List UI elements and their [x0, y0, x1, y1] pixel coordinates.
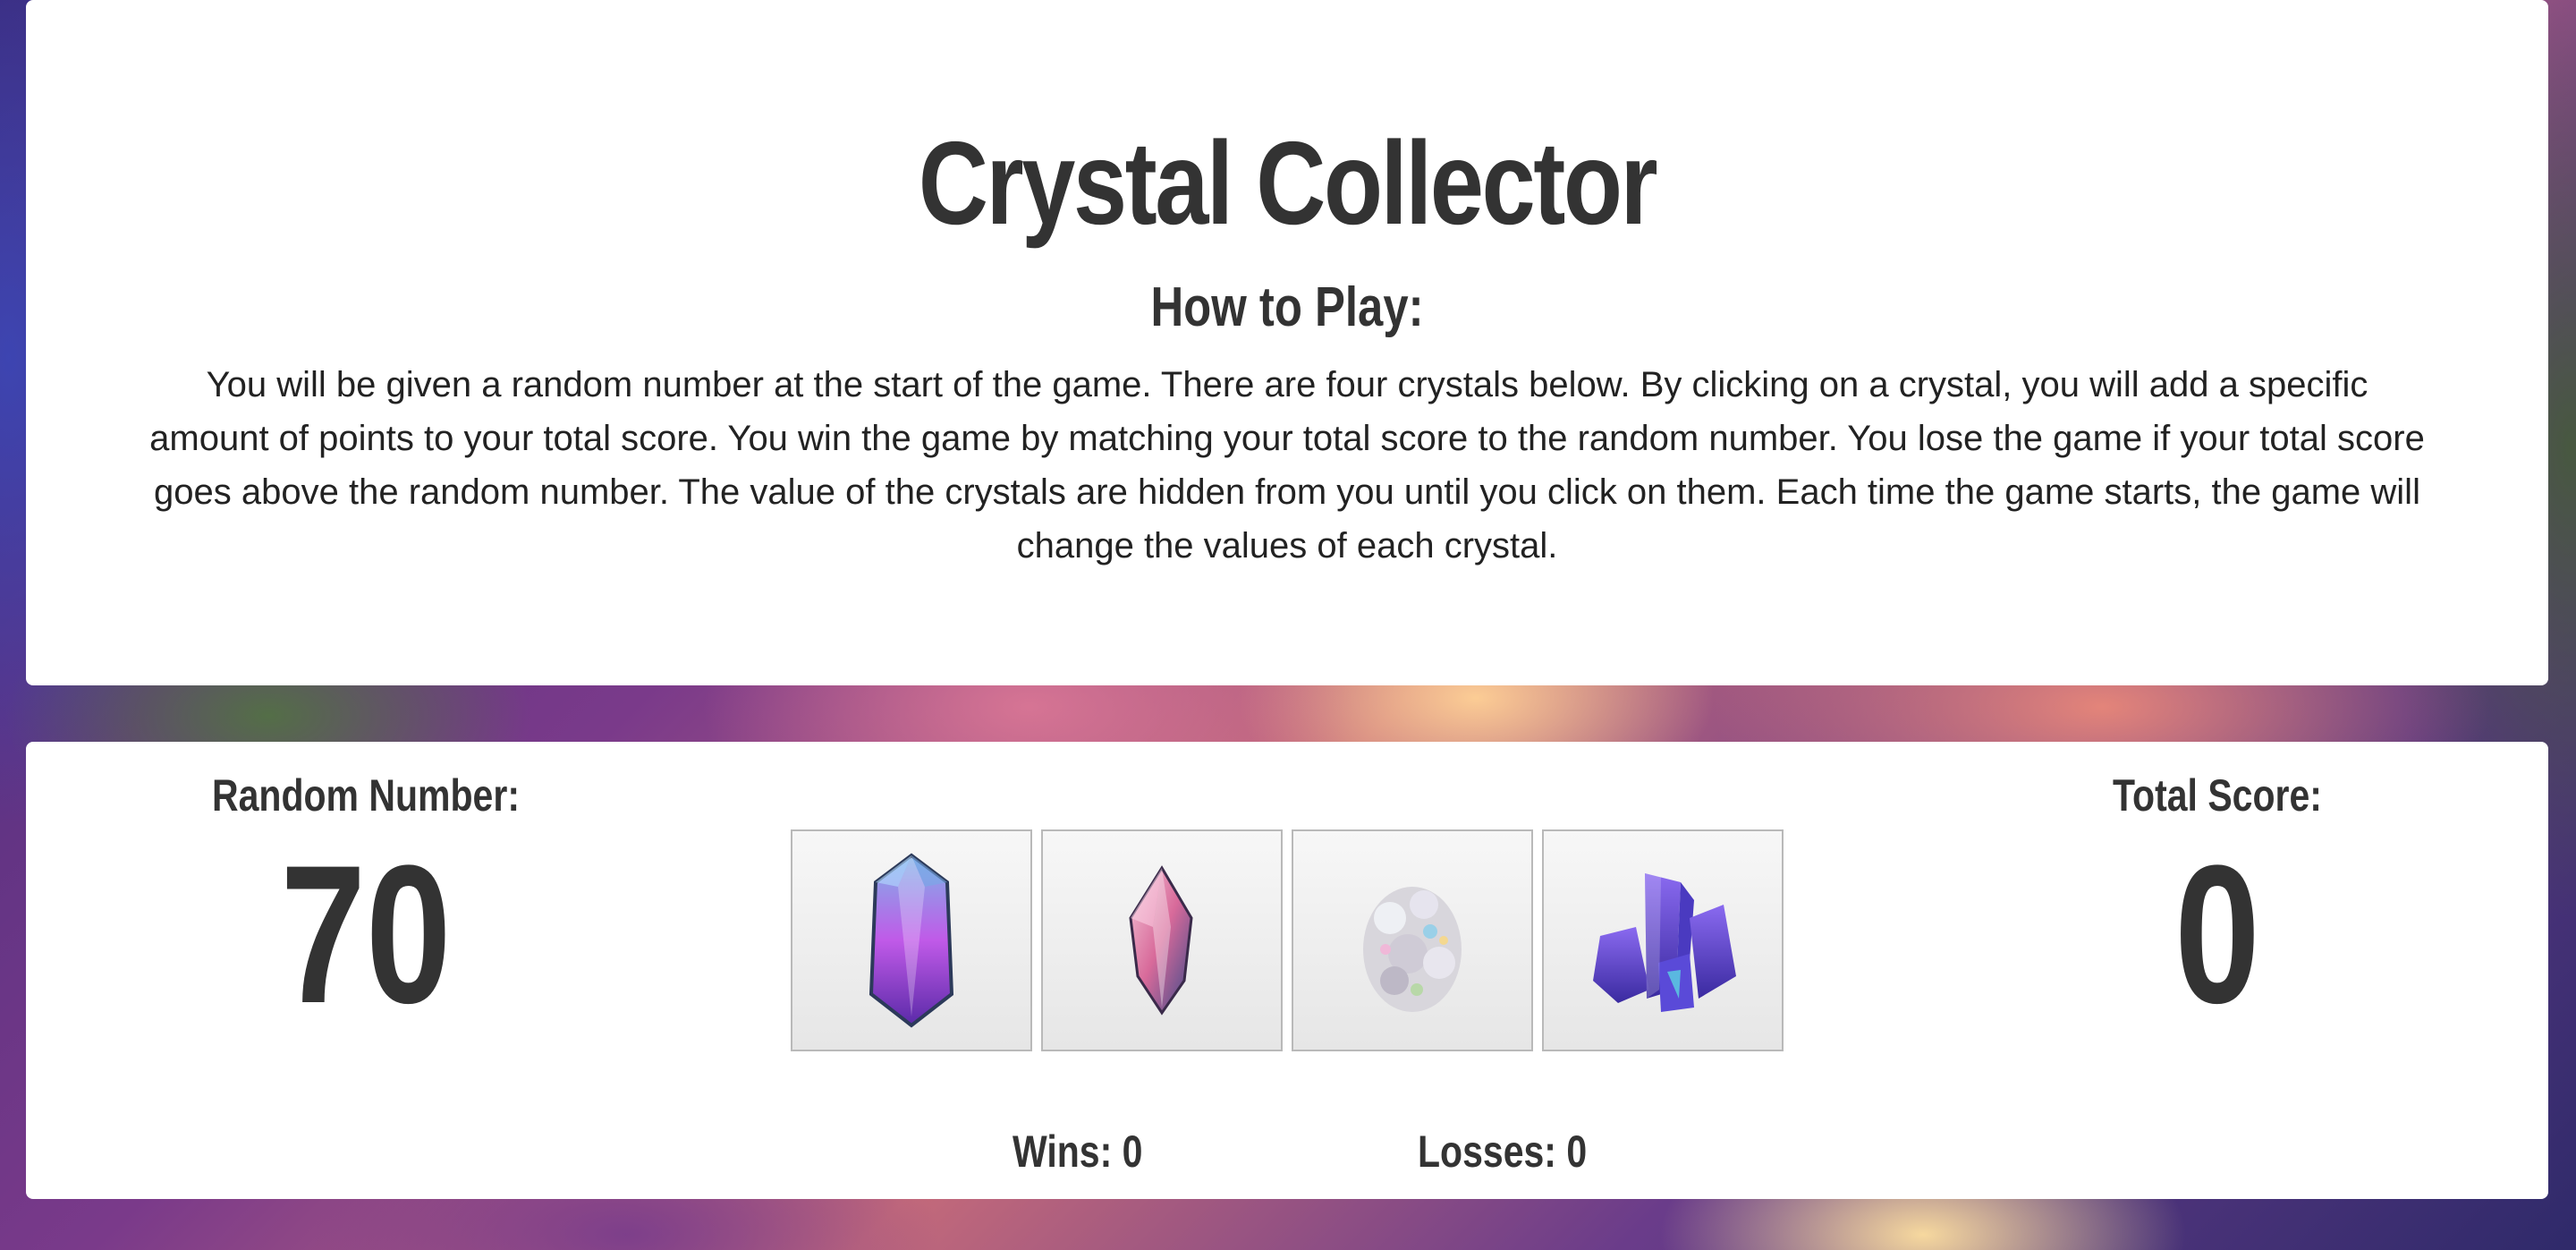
game-panel: Random Number: 70 Total Score: 0 Wins: 0…: [26, 742, 2548, 1199]
wins-counter: Wins: 0: [1013, 1127, 1143, 1177]
random-number-label: Random Number:: [212, 770, 520, 821]
crystal-button-1[interactable]: [791, 829, 1032, 1051]
instructions-text: You will be given a random number at the…: [149, 365, 2425, 565]
violet-cluster-crystal-icon: [1593, 873, 1736, 1012]
crystal-row: [791, 829, 1784, 1051]
page-title: Crystal Collector: [918, 117, 1658, 249]
white-geode-crystal-icon: [1363, 887, 1462, 1012]
instructions-panel: Crystal Collector How to Play: You will …: [26, 0, 2548, 685]
crystal-button-2[interactable]: [1041, 829, 1283, 1051]
crystal-button-3[interactable]: [1292, 829, 1533, 1051]
purple-crystal-icon: [869, 853, 954, 1028]
crystal-button-4[interactable]: [1542, 829, 1784, 1051]
how-to-play-heading: How to Play:: [1150, 276, 1424, 338]
total-score-label: Total Score:: [2113, 770, 2322, 821]
total-score-value: 0: [2174, 824, 2260, 1044]
random-number-value: 70: [280, 824, 452, 1044]
pink-crystal-icon: [1129, 865, 1193, 1016]
losses-counter: Losses: 0: [1418, 1127, 1588, 1177]
